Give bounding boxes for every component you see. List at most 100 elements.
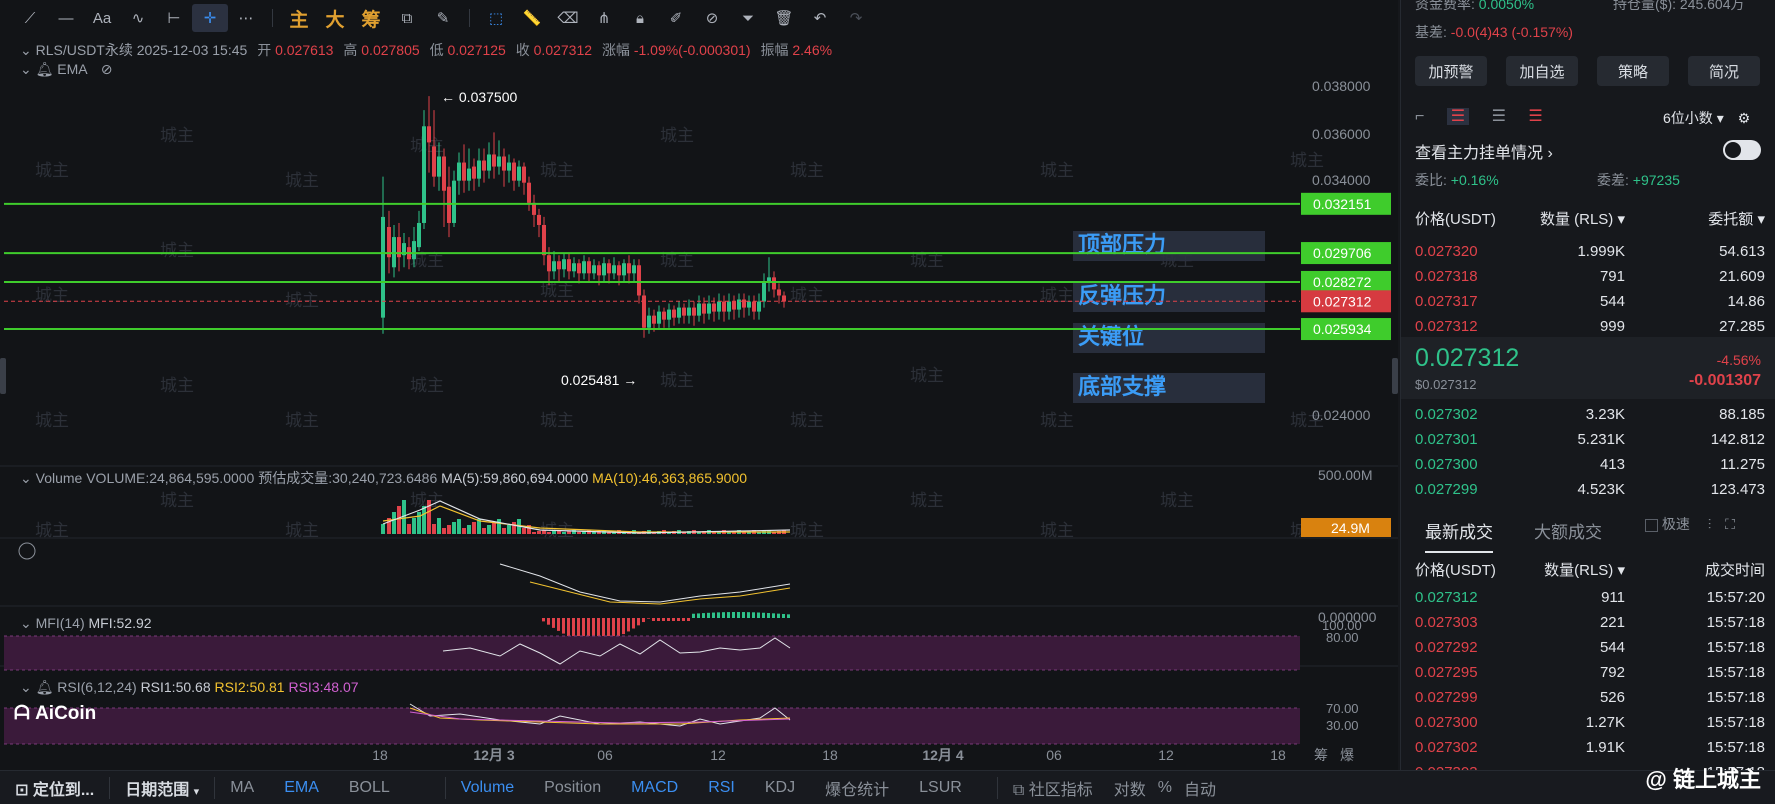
bid-row[interactable]: 0.027299 4.523K 123.473 xyxy=(1415,478,1765,503)
precision-select[interactable]: 6位小数 ▾ ⚙ xyxy=(1663,108,1750,128)
trade-row[interactable]: 0.027302 1.91K 15:57:18 xyxy=(1415,736,1765,761)
indicator-ma[interactable]: MA xyxy=(215,779,269,797)
price-tick-label: 0.038000 xyxy=(1312,78,1371,94)
indicator-position[interactable]: Position xyxy=(529,779,616,797)
orderbook-both-icon[interactable]: ⌐ xyxy=(1415,108,1424,125)
indicator-rsi[interactable]: RSI xyxy=(693,779,750,797)
more-icon[interactable]: ⋯ xyxy=(228,4,264,32)
percent-scale-toggle[interactable]: % xyxy=(1152,779,1178,797)
bell-icon[interactable]: 🔔︎ xyxy=(36,679,54,695)
indicator-volume[interactable]: Volume xyxy=(446,779,529,797)
edit-icon[interactable]: ✐ xyxy=(658,4,694,32)
macd-bar xyxy=(702,613,705,618)
auto-scale-toggle[interactable]: 自动 xyxy=(1178,776,1222,800)
bid-row[interactable]: 0.027300 413 11.275 xyxy=(1415,453,1765,478)
undo-icon[interactable]: ↶ xyxy=(802,4,838,32)
indicator-lsur[interactable]: LSUR xyxy=(904,779,977,797)
row-price: 0.027312 xyxy=(1415,318,1478,335)
settings-icon[interactable]: ⚙ xyxy=(1738,110,1751,126)
x-tick-label: 12月 3 xyxy=(473,747,514,763)
collapse-icon[interactable]: ⌄ xyxy=(20,470,36,486)
orderbook-view-icons: ⌐ ☰ ☰ ☰ xyxy=(1415,106,1543,126)
link-icon[interactable]: ⊘ xyxy=(694,4,730,32)
author-watermark: @ 链上城主 xyxy=(1645,767,1761,792)
row-price: 0.027299 xyxy=(1415,481,1478,498)
chart-watermark: 城主 xyxy=(1040,161,1074,180)
main-orders-link[interactable]: 查看主力挂单情况 › xyxy=(1415,139,1553,163)
bid-row[interactable]: 0.027302 3.23K 88.185 xyxy=(1415,403,1765,428)
tab-latest-trades[interactable]: 最新成交 xyxy=(1425,518,1493,553)
add-favorite-button[interactable]: 加自选 xyxy=(1506,56,1578,86)
text-tool-icon[interactable]: Aa xyxy=(84,4,120,32)
strategy-button[interactable]: 策略 xyxy=(1597,56,1669,86)
select-cursor-icon[interactable]: ⬚ xyxy=(478,4,514,32)
trade-qty-sort[interactable]: 数量(RLS) ▾ xyxy=(1544,559,1625,580)
ruler-icon[interactable]: 📏 xyxy=(514,4,550,32)
orderbook-asks-icon[interactable]: ☰ xyxy=(1528,108,1542,125)
volume-bar xyxy=(492,522,496,534)
fast-mode-checkbox[interactable]: 极速 ⫶ ⛶ xyxy=(1645,514,1735,534)
community-indicators-button[interactable]: ⧉ 社区指标 xyxy=(998,776,1108,800)
log-scale-toggle[interactable]: 对数 xyxy=(1108,776,1152,800)
macd-bar xyxy=(612,618,615,639)
price-tick-label: 0.024000 xyxy=(1312,407,1371,423)
trade-row[interactable]: 0.027295 792 15:57:18 xyxy=(1415,661,1765,686)
indicator-ema[interactable]: EMA xyxy=(269,779,334,797)
fib-tool-icon[interactable]: ∿ xyxy=(120,4,156,32)
filter-icon[interactable]: ⏷ xyxy=(730,4,766,32)
fullscreen-icon[interactable]: ⛶ xyxy=(1725,516,1735,532)
bid-row[interactable]: 0.027301 5.231K 142.812 xyxy=(1415,428,1765,453)
chart-watermark: 城主 xyxy=(1040,521,1074,540)
adjust-icon[interactable]: ⫶ xyxy=(1708,516,1712,532)
overview-button[interactable]: 简况 xyxy=(1688,56,1760,86)
row-third: 15:57:18 xyxy=(1706,714,1765,731)
orderbook-bids-icon[interactable]: ☰ xyxy=(1492,108,1506,125)
volume-bar xyxy=(532,532,536,534)
ask-row[interactable]: 0.027318 791 21.609 xyxy=(1415,265,1765,290)
add-alert-button[interactable]: 加预警 xyxy=(1415,56,1487,86)
lock-icon[interactable]: 🔒︎ xyxy=(622,4,658,32)
qty-column-sort[interactable]: 数量 (RLS) ▾ xyxy=(1540,208,1625,229)
trade-row[interactable]: 0.027300 1.27K 15:57:18 xyxy=(1415,711,1765,736)
main-orders-toggle[interactable] xyxy=(1723,140,1761,160)
candle-body xyxy=(477,160,481,179)
brush-icon[interactable]: ✎ xyxy=(425,4,461,32)
locate-button[interactable]: ⊡ 定位到... xyxy=(0,776,109,800)
chart-area[interactable]: ⟋ — Aa ∿ ⊢ ✛ ⋯ 主 大 筹 ⧉ ✎ ⬚ 📏 ⌫ ⋔ 🔒︎ ✐ ⊘ … xyxy=(0,0,1398,770)
main-force-button[interactable]: 主 xyxy=(281,4,317,32)
ray-line-icon[interactable]: ⊢ xyxy=(156,4,192,32)
row-qty: 413 xyxy=(1599,456,1625,473)
indicator-boll[interactable]: BOLL xyxy=(334,779,405,797)
indicator-liquidations[interactable]: 爆仓统计 xyxy=(810,776,904,800)
ask-row[interactable]: 0.027320 1.999K 54.613 xyxy=(1415,240,1765,265)
indicator-kdj[interactable]: KDJ xyxy=(750,779,810,797)
trade-row[interactable]: 0.027312 911 15:57:20 xyxy=(1415,586,1765,611)
macd-dif-line xyxy=(499,563,791,603)
chart-watermark: 城主 xyxy=(285,291,319,310)
trade-row[interactable]: 0.027299 526 15:57:18 xyxy=(1415,686,1765,711)
ask-row[interactable]: 0.027317 544 14.86 xyxy=(1415,290,1765,315)
date-range-button[interactable]: 日期范围 ▾ xyxy=(110,776,214,800)
macd-bar xyxy=(782,613,785,618)
trade-row[interactable]: 0.027303 221 15:57:18 xyxy=(1415,611,1765,636)
crosshair-icon[interactable]: ✛ xyxy=(192,4,228,32)
screenshot-icon[interactable]: ⧉ xyxy=(389,4,425,32)
redo-icon[interactable]: ↷ xyxy=(838,4,874,32)
collapse-icon[interactable]: ⌄ xyxy=(20,679,36,695)
delete-icon[interactable]: 🗑︎ xyxy=(766,4,802,32)
chips-button[interactable]: 筹 xyxy=(353,4,389,32)
tab-large-trades[interactable]: 大额成交 xyxy=(1534,518,1602,543)
indicator-macd[interactable]: MACD xyxy=(616,779,693,797)
trade-row[interactable]: 0.027292 544 15:57:18 xyxy=(1415,636,1765,661)
trend-line-icon[interactable]: ⟋ xyxy=(12,4,48,32)
horizontal-line-icon[interactable]: — xyxy=(48,4,84,32)
eraser-icon[interactable]: ⌫ xyxy=(550,4,586,32)
chevron-right-icon: › xyxy=(1547,145,1553,162)
orderbook-split-icon[interactable]: ☰ xyxy=(1446,108,1470,125)
large-order-button[interactable]: 大 xyxy=(317,4,353,32)
chart-canvas[interactable]: 城主城主城主城主城主城主 城主 城主城主城主城主 城主 城主城主 城主城主 城主 城主城主 城主… xyxy=(0,36,1398,770)
total-column-sort[interactable]: 委托额 ▾ xyxy=(1708,208,1765,229)
volume-value: VOLUME:24,864,595.0000 xyxy=(86,470,255,486)
collapse-icon[interactable]: ⌄ xyxy=(20,615,36,631)
magnet-icon[interactable]: ⋔ xyxy=(586,4,622,32)
